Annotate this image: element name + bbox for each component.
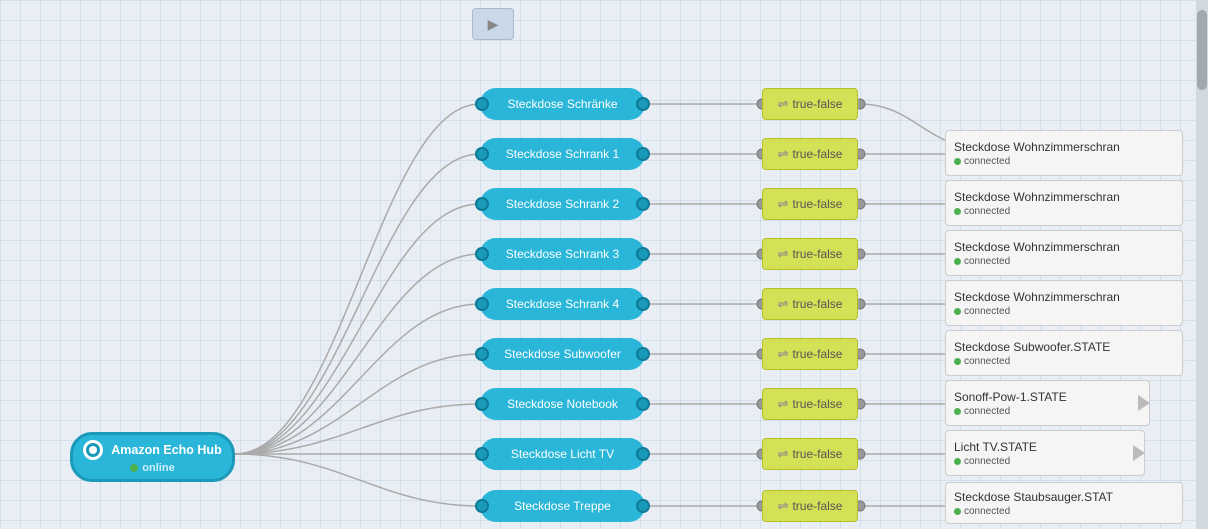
hub-node[interactable]: Amazon Echo Hub online bbox=[70, 432, 235, 482]
output-node-8[interactable]: Steckdose Staubsauger.STAT connected bbox=[945, 482, 1183, 524]
output-label-4: Steckdose Wohnzimmerschran bbox=[954, 290, 1120, 304]
input-label-5: Steckdose Schrank 4 bbox=[506, 297, 619, 311]
status-dot-7 bbox=[954, 458, 961, 465]
output-label-3: Steckdose Wohnzimmerschran bbox=[954, 240, 1120, 254]
input-label-1: Steckdose Schränke bbox=[507, 97, 617, 111]
input-node-3[interactable]: Steckdose Schrank 2 bbox=[480, 188, 645, 220]
output-node-4[interactable]: Steckdose Wohnzimmerschran connected bbox=[945, 280, 1183, 326]
input-node-1[interactable]: Steckdose Schränke bbox=[480, 88, 645, 120]
output-label-7: Licht TV.STATE bbox=[954, 440, 1037, 454]
flow-canvas[interactable]: ▶ Amazon Echo Hub online Steckdose Schrä… bbox=[0, 0, 1208, 529]
input-label-7: Steckdose Notebook bbox=[507, 397, 618, 411]
output-label-6: Sonoff-Pow-1.STATE bbox=[954, 390, 1067, 404]
hub-status-text: online bbox=[142, 462, 174, 474]
status-text-5: connected bbox=[964, 356, 1010, 367]
status-dot-1 bbox=[954, 158, 961, 165]
input-label-9: Steckdose Treppe bbox=[514, 499, 611, 513]
input-node-5[interactable]: Steckdose Schrank 4 bbox=[480, 288, 645, 320]
converter-node-7[interactable]: ⇌true-false bbox=[762, 388, 858, 420]
scrollbar-thumb[interactable] bbox=[1197, 10, 1207, 90]
output-node-5[interactable]: Steckdose Subwoofer.STATE connected bbox=[945, 330, 1183, 376]
converter-node-5[interactable]: ⇌true-false bbox=[762, 288, 858, 320]
output-node-1[interactable]: Steckdose Wohnzimmerschran connected bbox=[945, 130, 1183, 176]
output-node-7[interactable]: Licht TV.STATE connected bbox=[945, 430, 1145, 476]
cv-label-8: true-false bbox=[792, 447, 842, 461]
status-text-6: connected bbox=[964, 406, 1010, 417]
converter-node-9[interactable]: ⇌true-false bbox=[762, 490, 858, 522]
cv-label-4: true-false bbox=[792, 247, 842, 261]
output-node-2[interactable]: Steckdose Wohnzimmerschran connected bbox=[945, 180, 1183, 226]
status-text-4: connected bbox=[964, 306, 1010, 317]
cv-label-2: true-false bbox=[792, 147, 842, 161]
converter-node-3[interactable]: ⇌true-false bbox=[762, 188, 858, 220]
status-dot-6 bbox=[954, 408, 961, 415]
status-text-8: connected bbox=[964, 506, 1010, 517]
status-text-3: connected bbox=[964, 256, 1010, 267]
input-node-7[interactable]: Steckdose Notebook bbox=[480, 388, 645, 420]
input-node-9[interactable]: Steckdose Treppe bbox=[480, 490, 645, 522]
converter-node-1[interactable]: ⇌true-false bbox=[762, 88, 858, 120]
input-node-8[interactable]: Steckdose Licht TV bbox=[480, 438, 645, 470]
input-node-2[interactable]: Steckdose Schrank 1 bbox=[480, 138, 645, 170]
converter-node-2[interactable]: ⇌true-false bbox=[762, 138, 858, 170]
status-dot-8 bbox=[954, 508, 961, 515]
output-label-5: Steckdose Subwoofer.STATE bbox=[954, 340, 1110, 354]
input-label-3: Steckdose Schrank 2 bbox=[506, 197, 619, 211]
hub-label: Amazon Echo Hub bbox=[111, 443, 221, 457]
cv-label-7: true-false bbox=[792, 397, 842, 411]
top-node-icon: ▶ bbox=[488, 16, 499, 33]
input-node-4[interactable]: Steckdose Schrank 3 bbox=[480, 238, 645, 270]
status-dot-2 bbox=[954, 208, 961, 215]
converter-node-6[interactable]: ⇌true-false bbox=[762, 338, 858, 370]
output-arrow-6 bbox=[1138, 395, 1150, 411]
cv-label-9: true-false bbox=[792, 499, 842, 513]
cv-label-6: true-false bbox=[792, 347, 842, 361]
input-node-6[interactable]: Steckdose Subwoofer bbox=[480, 338, 645, 370]
input-label-6: Steckdose Subwoofer bbox=[504, 347, 621, 361]
input-label-4: Steckdose Schrank 3 bbox=[506, 247, 619, 261]
output-label-2: Steckdose Wohnzimmerschran bbox=[954, 190, 1120, 204]
input-label-8: Steckdose Licht TV bbox=[511, 447, 614, 461]
output-arrow-7 bbox=[1133, 445, 1145, 461]
converter-node-8[interactable]: ⇌true-false bbox=[762, 438, 858, 470]
scrollbar[interactable] bbox=[1196, 0, 1208, 529]
hub-status-dot bbox=[130, 464, 138, 472]
status-dot-4 bbox=[954, 308, 961, 315]
cv-label-3: true-false bbox=[792, 197, 842, 211]
input-label-2: Steckdose Schrank 1 bbox=[506, 147, 619, 161]
output-label-1: Steckdose Wohnzimmerschran bbox=[954, 140, 1120, 154]
top-node[interactable]: ▶ bbox=[472, 8, 514, 40]
cv-label-1: true-false bbox=[792, 97, 842, 111]
status-text-7: connected bbox=[964, 456, 1010, 467]
output-node-6[interactable]: Sonoff-Pow-1.STATE connected bbox=[945, 380, 1150, 426]
status-dot-3 bbox=[954, 258, 961, 265]
converter-node-4[interactable]: ⇌true-false bbox=[762, 238, 858, 270]
cv-label-5: true-false bbox=[792, 297, 842, 311]
output-label-8: Steckdose Staubsauger.STAT bbox=[954, 490, 1113, 504]
output-node-3[interactable]: Steckdose Wohnzimmerschran connected bbox=[945, 230, 1183, 276]
status-dot-5 bbox=[954, 358, 961, 365]
status-text-1: connected bbox=[964, 156, 1010, 167]
status-text-2: connected bbox=[964, 206, 1010, 217]
